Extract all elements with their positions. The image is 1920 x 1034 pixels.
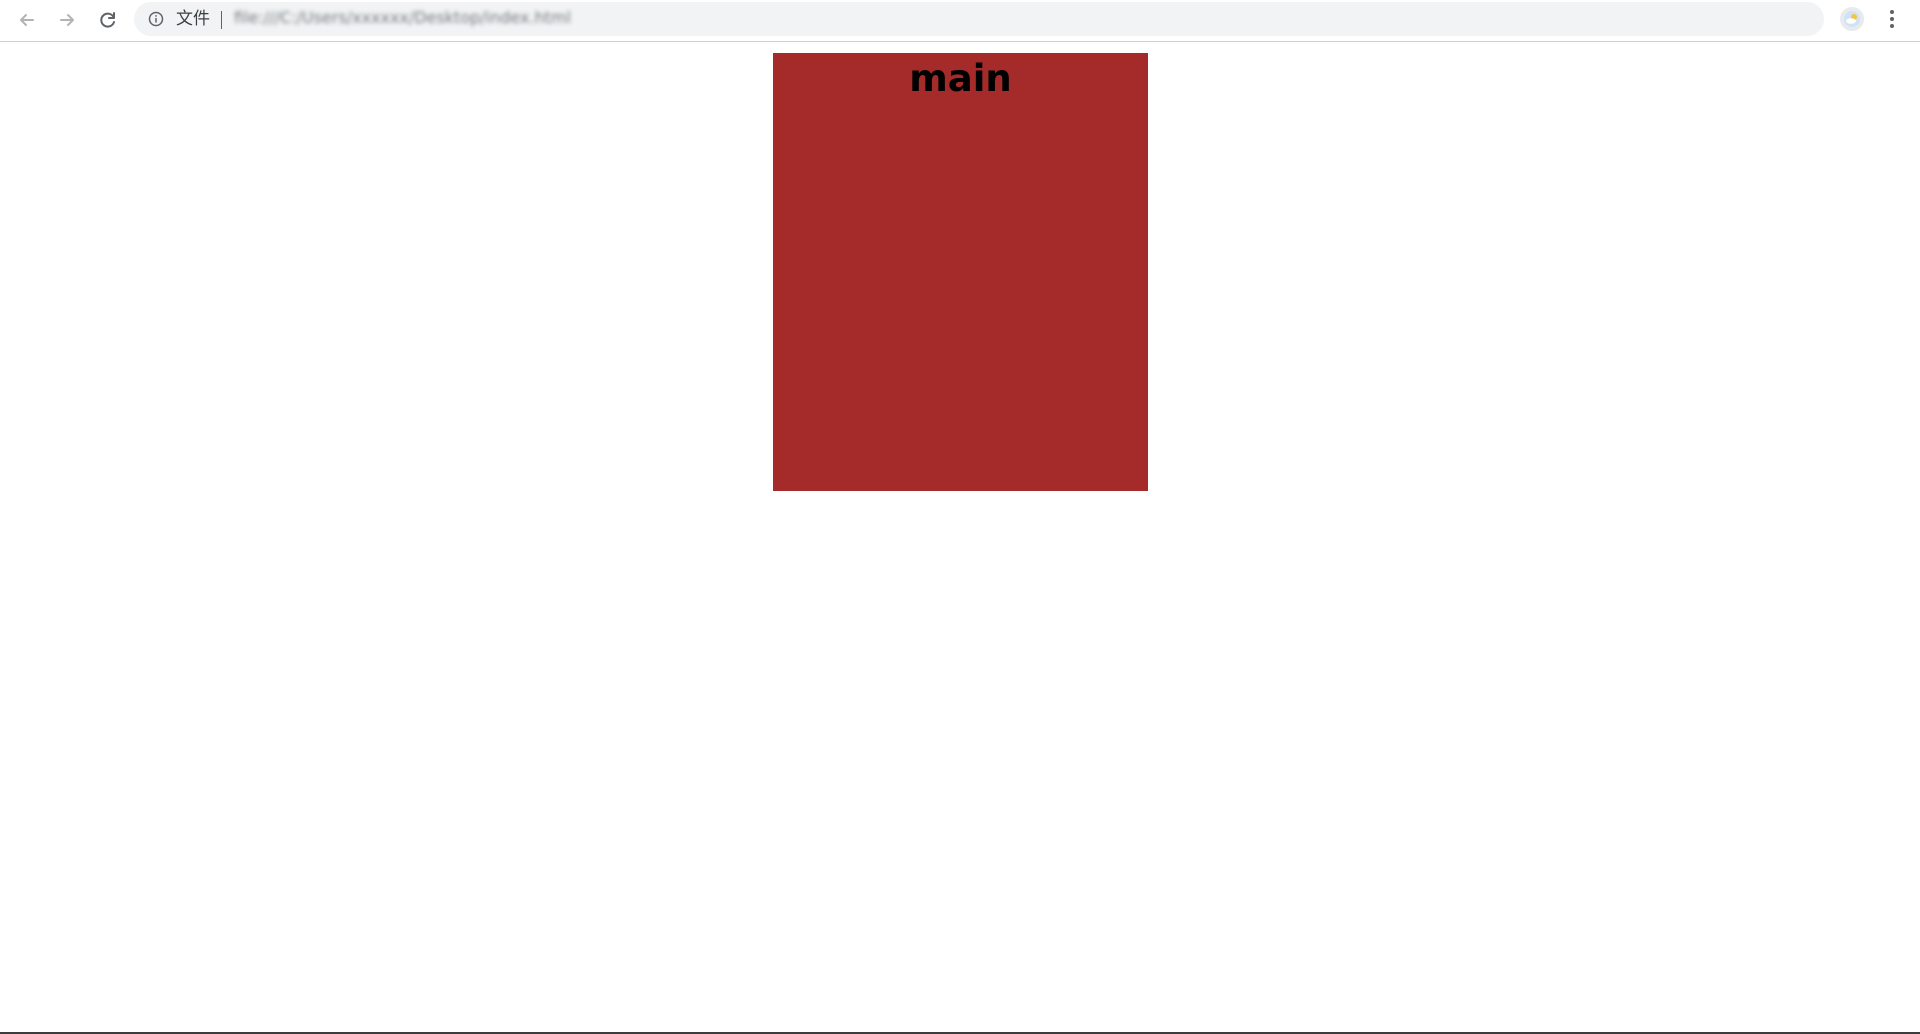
forward-button[interactable] xyxy=(52,5,82,35)
profile-icon xyxy=(1844,11,1860,27)
forward-arrow-icon xyxy=(60,14,74,26)
browser-toolbar: 文件 file:///C:/Users/xxxxxx/Desktop/index… xyxy=(0,0,1920,42)
menu-dot xyxy=(1890,16,1894,21)
back-button[interactable] xyxy=(12,5,42,35)
kebab-menu-icon[interactable] xyxy=(1882,8,1902,30)
address-bar[interactable]: 文件 file:///C:/Users/xxxxxx/Desktop/index… xyxy=(134,2,1824,36)
main-box: main xyxy=(773,53,1148,491)
separator xyxy=(221,11,222,29)
main-heading: main xyxy=(909,57,1012,100)
back-arrow-icon xyxy=(20,14,34,26)
reload-button[interactable] xyxy=(93,5,123,35)
url-text[interactable]: file:///C:/Users/xxxxxx/Desktop/index.ht… xyxy=(234,8,571,28)
menu-dot xyxy=(1890,9,1894,14)
info-icon[interactable] xyxy=(148,11,164,27)
scheme-label: 文件 xyxy=(176,9,210,29)
reload-icon xyxy=(100,12,115,28)
avatar[interactable] xyxy=(1840,7,1864,31)
menu-dot xyxy=(1890,24,1894,29)
page-content: main xyxy=(0,42,1920,1032)
